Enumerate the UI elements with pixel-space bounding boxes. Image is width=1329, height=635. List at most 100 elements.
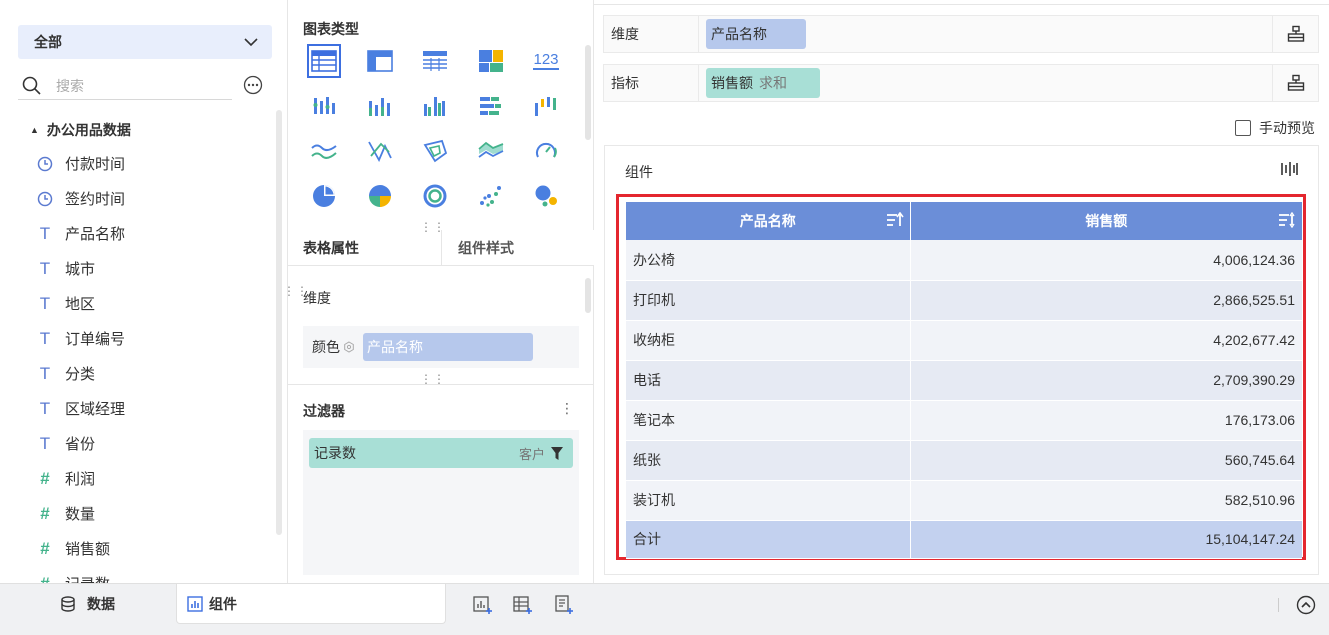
waterfall-icon[interactable] [529,89,563,123]
filter-field-pill[interactable]: 记录数 客户 [309,438,573,468]
dimension-action-button[interactable] [1272,16,1318,52]
column-settings-icon[interactable] [1280,160,1298,178]
chart-types-scrollbar[interactable] [585,45,591,140]
table-row[interactable]: 笔记本 176,173.06 [626,400,1302,441]
tab-data[interactable]: 数据 [60,584,115,624]
radar-icon[interactable] [363,134,397,168]
field-label: 记录数 [65,573,110,583]
metric-field-pill[interactable]: 销售额 求和 [706,68,820,98]
field-item[interactable]: T 城市 [36,251,266,286]
text-type-icon: T [39,328,51,348]
funnel-icon[interactable] [551,446,563,460]
sort-asc-icon[interactable] [886,212,904,228]
cell-sales: 4,202,677.42 [910,320,1302,361]
field-item[interactable]: T 订单编号 [36,321,266,356]
dot-column-icon[interactable] [307,89,341,123]
manual-preview-checkbox[interactable] [1235,120,1251,136]
table-row[interactable]: 办公椅 4,006,124.36 [626,240,1302,281]
grouped-column-icon[interactable] [418,89,452,123]
scatter-icon[interactable] [474,179,508,213]
more-options-icon[interactable] [243,75,263,95]
field-item[interactable]: # 记录数 [36,566,266,584]
chart-type-grid: 123 [307,44,563,213]
metric-label: 指标 [604,65,699,101]
header-product-name[interactable]: 产品名称 [626,202,911,240]
color-label: 颜色 [312,339,340,355]
pie-icon[interactable] [307,179,341,213]
filter-more-icon[interactable]: ⋮ [560,400,574,417]
resize-handle-icon[interactable]: ⋮⋮ [420,373,446,385]
field-item[interactable]: 签约时间 [36,181,266,216]
component-card: 组件 产品名称 销售额 办公椅 4,006,124.36 打印机 2,866,5… [604,145,1319,575]
line-icon[interactable] [307,134,341,168]
multi-pie-icon[interactable] [363,179,397,213]
manual-preview-label: 手动预览 [1259,120,1315,136]
field-item[interactable]: 付款时间 [36,146,266,181]
settings-icon[interactable] [343,341,355,353]
field-label: 分类 [65,366,96,383]
database-icon [61,596,75,612]
add-text-component-icon[interactable] [554,595,574,615]
field-item[interactable]: T 省份 [36,426,266,461]
property-tabs: 表格属性 组件样式 [288,230,594,266]
dataset-scope-select[interactable]: 全部 [18,25,272,59]
table-row[interactable]: 收纳柜 4,202,677.42 [626,320,1302,361]
table-row[interactable]: 纸张 560,745.64 [626,440,1302,481]
detail-table-icon[interactable] [418,44,452,78]
dataset-node[interactable]: ▲ 办公用品数据 [30,119,131,141]
bar-icon[interactable] [474,89,508,123]
divider [594,4,1329,5]
field-item[interactable]: # 销售额 [36,531,266,566]
filter-dropzone[interactable]: 记录数 客户 [303,430,579,575]
table-row[interactable]: 打印机 2,866,525.51 [626,280,1302,321]
area-icon[interactable] [474,134,508,168]
table-icon[interactable] [307,44,341,78]
header-label: 销售额 [1085,213,1128,229]
field-item[interactable]: T 分类 [36,356,266,391]
bubble-icon[interactable] [529,179,563,213]
chart-icon [187,595,203,612]
polygon-icon[interactable] [418,134,452,168]
tab-component[interactable]: 组件 [176,584,446,624]
number-type-icon: # [40,538,50,558]
collapse-up-icon[interactable] [1296,595,1316,615]
add-crosstab-icon[interactable] [513,595,533,615]
field-label: 地区 [65,296,96,313]
dimension-field-pill[interactable]: 产品名称 [706,19,806,49]
manual-preview-toggle[interactable]: 手动预览 [1235,118,1315,138]
search-input[interactable]: 搜索 [18,72,232,100]
field-item[interactable]: T 区域经理 [36,391,266,426]
treemap-icon[interactable] [474,44,508,78]
table-row[interactable]: 装订机 582,510.96 [626,480,1302,521]
stacked-column-icon[interactable] [363,89,397,123]
scope-label: 全部 [34,34,62,50]
field-item[interactable]: T 产品名称 [36,216,266,251]
sort-both-icon[interactable] [1278,212,1296,228]
crosstab-icon[interactable] [363,44,397,78]
field-label: 销售额 [65,541,111,558]
field-item[interactable]: # 利润 [36,461,266,496]
component-title: 组件 [625,164,653,180]
cell-product: 纸张 [626,440,911,481]
total-value: 15,104,147.24 [910,520,1302,559]
metric-field-label: 销售额 [711,75,753,91]
text-type-icon: T [39,258,51,278]
color-field-pill[interactable]: 产品名称 [363,333,533,361]
dimension-row: 维度 产品名称 [603,15,1319,53]
tab-table-properties[interactable]: 表格属性 [303,230,443,266]
field-item[interactable]: T 地区 [36,286,266,321]
properties-scrollbar[interactable] [585,278,591,313]
field-list-scrollbar[interactable] [276,110,282,535]
add-chart-icon[interactable] [473,595,493,615]
table-header-row: 产品名称 销售额 [626,202,1302,240]
ring-icon[interactable] [418,179,452,213]
metric-action-button[interactable] [1272,65,1318,101]
cell-sales: 4,006,124.36 [910,240,1302,281]
header-sales[interactable]: 销售额 [910,202,1302,240]
table-row[interactable]: 电话 2,709,390.29 [626,360,1302,401]
gauge-icon[interactable] [529,134,563,168]
tab-component-style[interactable]: 组件样式 [441,230,594,266]
field-item[interactable]: # 数量 [36,496,266,531]
kpi-number-icon[interactable]: 123 [529,44,563,78]
canvas-panel: 维度 产品名称 指标 销售额 求和 手动预览 组件 产品名称 销售额 办公椅 4… [594,0,1329,583]
